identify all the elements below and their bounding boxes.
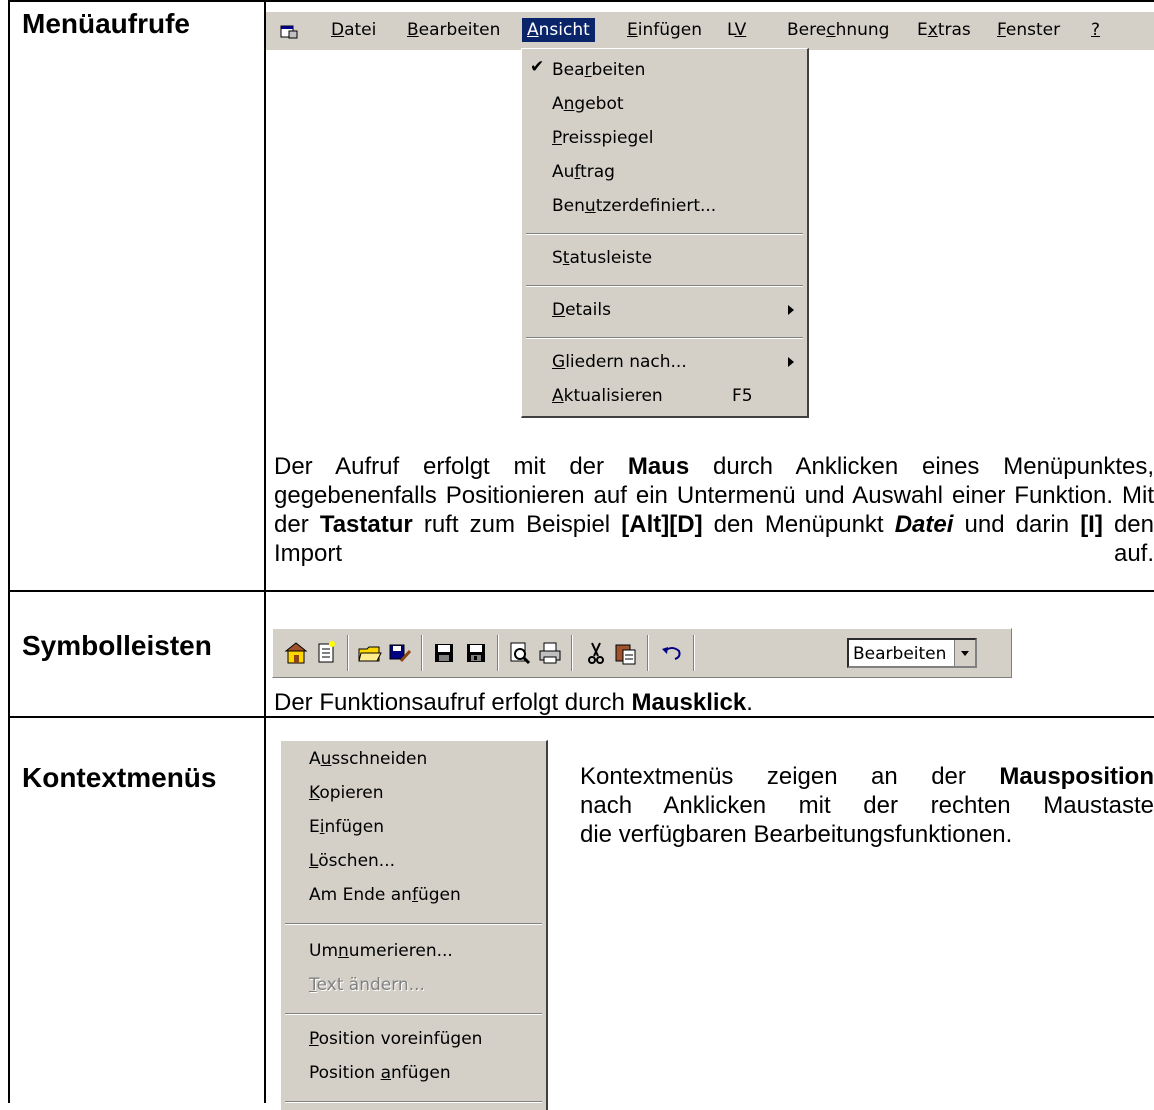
table-row-divider-1 (8, 590, 1154, 592)
checkmark-icon: ✔ (530, 57, 545, 77)
ctx-item-position-vor[interactable]: Position voreinfügen (309, 1023, 482, 1055)
ctx-item-einfuegen[interactable]: Einfügen (309, 811, 384, 843)
ctx-item-ausschneiden[interactable]: Ausschneiden (309, 743, 427, 775)
menu-item-help[interactable]: ? (1086, 18, 1105, 42)
context-separator (285, 923, 542, 925)
save-icon[interactable] (431, 639, 457, 667)
ctx-item-loeschen[interactable]: Löschen... (309, 845, 395, 877)
context-menu: Ausschneiden Kopieren Einfügen Löschen..… (280, 740, 548, 1110)
view-mode-combobox[interactable]: Bearbeiten (847, 638, 977, 668)
ctx-item-position-an[interactable]: Position anfügen (309, 1057, 451, 1089)
shortcut-label: F5 (732, 386, 753, 406)
menu-item-extras[interactable]: Extras (912, 18, 976, 42)
dropdown-item-bearbeiten[interactable]: Bearbeiten (552, 55, 645, 85)
ctx-item-umnumerieren[interactable]: Umnumerieren... (309, 935, 453, 967)
menu-item-ansicht[interactable]: Ansicht (522, 18, 595, 42)
toolbar-separator (693, 635, 695, 671)
chevron-down-icon[interactable] (954, 640, 975, 666)
menu-bar: Datei Bearbeiten Ansicht Einfügen LV Ber… (266, 12, 1154, 50)
dropdown-separator (526, 233, 803, 235)
save-all-icon[interactable] (463, 639, 489, 667)
cut-icon[interactable] (583, 639, 609, 667)
context-line-1: Kontextmenüs zeigen an der Mausposition (580, 763, 1154, 790)
undo-icon[interactable] (659, 639, 685, 667)
combobox-value: Bearbeiten (853, 644, 947, 664)
toolbar-separator (347, 635, 349, 671)
table-column-divider (264, 0, 266, 1103)
dropdown-item-preisspiegel[interactable]: Preisspiegel (552, 123, 653, 153)
paste-icon[interactable] (613, 639, 639, 667)
context-description: Kontextmenüs zeigen an der Mausposition … (580, 762, 1154, 849)
ctx-item-am-ende[interactable]: Am Ende anfügen (309, 879, 461, 911)
submenu-arrow-icon (788, 305, 794, 315)
menu-item-lv[interactable]: LV (722, 18, 751, 42)
context-line-3: die verfügbaren Bearbeitungsfunktionen. (580, 821, 1013, 848)
dropdown-item-auftrag[interactable]: Auftrag (552, 157, 615, 187)
toolbar: Bearbeiten (272, 628, 1012, 678)
toolbar-description: Der Funktionsaufruf erfolgt durch Mauskl… (274, 689, 753, 716)
context-separator (285, 1013, 542, 1015)
toolbar-separator (647, 635, 649, 671)
menu-description: Der Aufruf erfolgt mit der Maus durch An… (274, 453, 1154, 567)
dropdown-item-gliedern[interactable]: Gliedern nach... (552, 347, 687, 377)
save-edit-icon[interactable] (387, 639, 413, 667)
ctx-item-text-aendern: Text ändern... (309, 975, 425, 995)
menu-item-einfuegen[interactable]: Einfügen (622, 18, 707, 42)
open-folder-icon[interactable] (357, 639, 383, 667)
menu-item-fenster[interactable]: Fenster (992, 18, 1065, 42)
menu-item-datei[interactable]: Datei (326, 18, 381, 42)
toolbar-separator (421, 635, 423, 671)
dropdown-item-aktualisieren[interactable]: Aktualisieren (552, 381, 663, 411)
print-icon[interactable] (537, 639, 563, 667)
dropdown-item-details[interactable]: Details (552, 295, 611, 325)
dropdown-separator (526, 337, 803, 339)
row-label-menu: Menüaufrufe (22, 8, 190, 39)
menu-item-berechnung[interactable]: Berechnung (782, 18, 894, 42)
dropdown-item-benutzerdefiniert[interactable]: Benutzerdefiniert... (552, 191, 716, 221)
table-border-left (8, 0, 10, 1103)
menu-item-bearbeiten[interactable]: Bearbeiten (402, 18, 505, 42)
dropdown-item-angebot[interactable]: Angebot (552, 89, 624, 119)
new-project-icon[interactable] (283, 639, 309, 667)
row-label-toolbar: Symbolleisten (22, 630, 212, 661)
row-label-context: Kontextmenüs (22, 762, 217, 793)
toolbar-separator (571, 635, 573, 671)
ctx-item-kopieren[interactable]: Kopieren (309, 777, 384, 809)
new-document-icon[interactable] (313, 639, 339, 667)
context-line-2: nach Anklicken mit der rechten Maustaste (580, 792, 1154, 819)
table-border-top (8, 0, 1154, 2)
dropdown-separator (526, 285, 803, 287)
toolbar-separator (497, 635, 499, 671)
ansicht-dropdown: ✔ Bearbeiten Angebot Preisspiegel Auftra… (521, 48, 809, 418)
dropdown-item-statusleiste[interactable]: Statusleiste (552, 243, 652, 273)
app-window-icon[interactable] (280, 24, 298, 39)
submenu-arrow-icon (788, 357, 794, 367)
print-preview-icon[interactable] (507, 639, 533, 667)
